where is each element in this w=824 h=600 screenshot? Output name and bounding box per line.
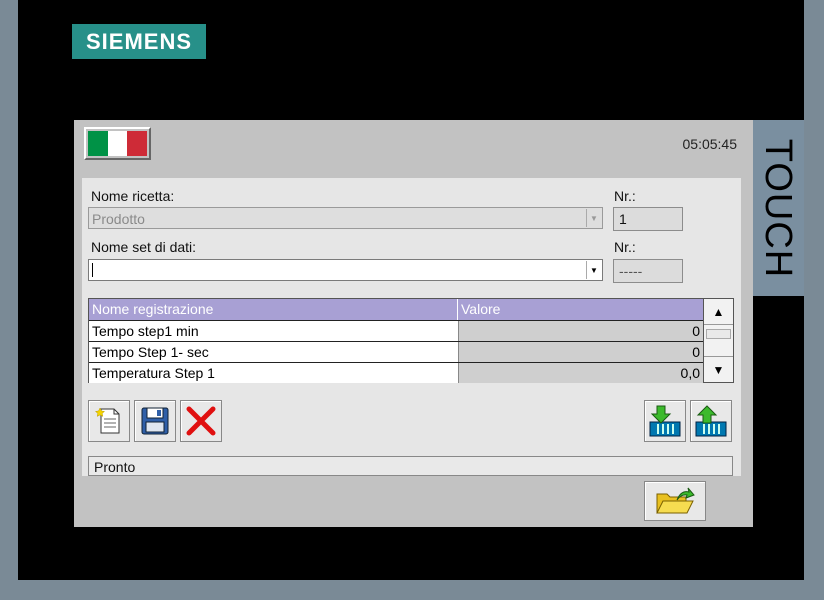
recipe-name-value: Prodotto xyxy=(92,211,145,227)
entry-value[interactable]: 0,0 xyxy=(458,363,703,383)
table-row[interactable]: Tempo Step 1- sec 0 xyxy=(89,341,703,362)
open-recipe-button[interactable] xyxy=(644,481,706,521)
open-folder-icon xyxy=(656,487,695,514)
dataset-name-label: Nome set di dati: xyxy=(91,239,197,255)
read-from-plc-button[interactable] xyxy=(690,400,732,442)
dataset-nr-field[interactable]: ----- xyxy=(613,259,683,283)
status-bar: Pronto xyxy=(88,456,733,476)
flag-red xyxy=(127,131,148,156)
entry-value[interactable]: 0 xyxy=(458,342,703,362)
flag-green xyxy=(88,131,108,156)
scroll-up-button[interactable]: ▲ xyxy=(704,299,733,325)
dataset-name-dropdown[interactable]: ▼ xyxy=(88,259,603,281)
entry-name: Tempo Step 1- sec xyxy=(89,342,458,362)
table-row[interactable]: Tempo step1 min 0 xyxy=(89,320,703,341)
chevron-down-icon[interactable]: ▼ xyxy=(586,261,601,279)
recipe-nr-field[interactable]: 1 xyxy=(613,207,683,231)
chevron-down-icon[interactable]: ▼ xyxy=(586,209,601,227)
text-caret xyxy=(92,263,93,277)
column-header-value: Valore xyxy=(461,301,501,317)
entry-value[interactable]: 0 xyxy=(458,321,703,341)
table-header: Nome registrazione Valore xyxy=(89,299,703,320)
hmi-screen: 05:05:45 Nome ricetta: Nr.: Prodotto ▼ 1… xyxy=(74,120,753,527)
save-icon xyxy=(141,407,169,435)
column-header-name: Nome registrazione xyxy=(89,299,458,320)
language-flag-button[interactable] xyxy=(84,127,151,160)
table-row[interactable]: Temperatura Step 1 0,0 xyxy=(89,362,703,383)
entry-name: Tempo step1 min xyxy=(89,321,458,341)
delete-icon xyxy=(186,406,216,436)
read-from-plc-icon xyxy=(695,405,727,437)
delete-button[interactable] xyxy=(180,400,222,442)
new-record-icon xyxy=(94,407,120,434)
recipe-entries-table: Nome registrazione Valore Tempo step1 mi… xyxy=(88,298,704,383)
triangle-up-icon: ▲ xyxy=(712,304,725,319)
table-scrollbar[interactable]: ▲ ▼ xyxy=(704,298,734,383)
recipe-view: Nome ricetta: Nr.: Prodotto ▼ 1 Nome set… xyxy=(82,178,741,476)
load-to-plc-icon xyxy=(649,405,681,437)
recipe-name-dropdown[interactable]: Prodotto ▼ xyxy=(88,207,603,229)
scroll-thumb[interactable] xyxy=(706,329,731,339)
entry-name: Temperatura Step 1 xyxy=(89,363,458,383)
scroll-down-button[interactable]: ▼ xyxy=(704,356,733,382)
recipe-nr-label: Nr.: xyxy=(614,188,636,204)
recipe-name-label: Nome ricetta: xyxy=(91,188,175,204)
save-button[interactable] xyxy=(134,400,176,442)
triangle-down-icon: ▼ xyxy=(712,362,725,377)
new-record-button[interactable] xyxy=(88,400,130,442)
clock: 05:05:45 xyxy=(682,136,738,152)
dataset-nr-label: Nr.: xyxy=(614,239,636,255)
write-to-plc-button[interactable] xyxy=(644,400,686,442)
touch-label: TOUCH xyxy=(757,138,800,278)
siemens-logo: SIEMENS xyxy=(72,24,206,59)
flag-white xyxy=(107,131,128,156)
